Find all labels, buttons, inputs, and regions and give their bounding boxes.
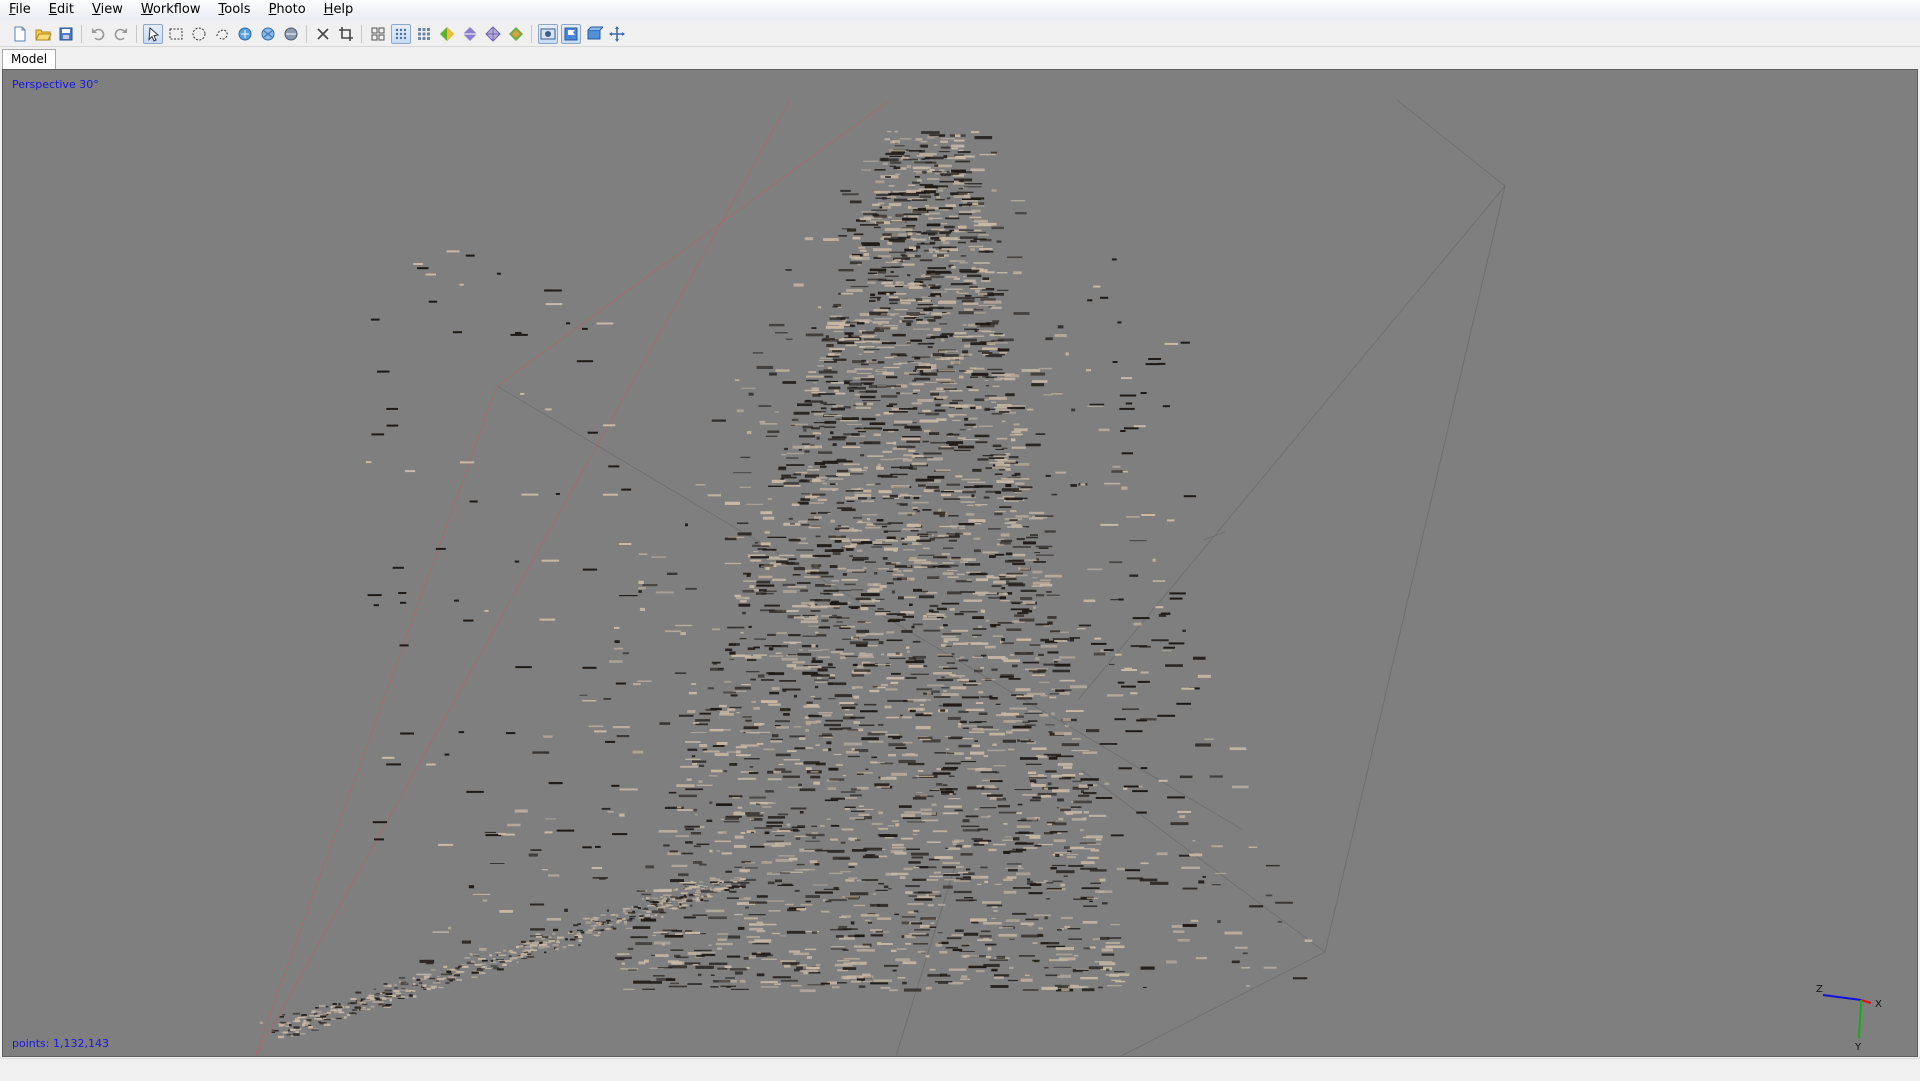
- show-photos-icon: [540, 28, 555, 39]
- undo-icon: [91, 27, 104, 40]
- solid-model-button[interactable]: [460, 24, 480, 44]
- dense-cloud-icon: [417, 27, 430, 40]
- menu-edit[interactable]: Edit: [40, 0, 83, 20]
- open-folder-button[interactable]: [33, 24, 53, 44]
- point-cloud-button[interactable]: [390, 23, 411, 44]
- shaded-model-button[interactable]: [437, 24, 457, 44]
- shape-select-button[interactable]: [281, 24, 301, 44]
- undo-button[interactable]: [88, 24, 108, 44]
- region-edge: [255, 99, 791, 1056]
- save-icon: [59, 27, 72, 40]
- wireframe-model-icon: [484, 25, 501, 42]
- status-bar: [0, 1058, 1920, 1081]
- point-cloud: [259, 130, 1313, 1039]
- circle-selection-button[interactable]: [189, 24, 209, 44]
- textured-model-button[interactable]: [506, 24, 526, 44]
- show-markers-icon: [564, 27, 577, 40]
- redo-button[interactable]: [111, 24, 131, 44]
- textured-model-icon: [508, 26, 523, 41]
- crop-selection-button[interactable]: [336, 24, 356, 44]
- reset-view-icon: [608, 25, 625, 42]
- shape-select-icon: [284, 27, 297, 40]
- redo-icon: [114, 27, 127, 40]
- toolbar-separator: [136, 24, 137, 43]
- region-edge: [1077, 185, 1506, 701]
- region-edge: [496, 99, 891, 387]
- new-document-icon: [14, 26, 25, 41]
- point-cloud-scene[interactable]: Z X Y: [3, 70, 1917, 1056]
- axis-z-line: [1822, 994, 1862, 1001]
- points-count-label: points: 1,132,143: [12, 1037, 109, 1050]
- select-points-button[interactable]: [258, 24, 278, 44]
- toolbar-separator: [306, 24, 307, 43]
- crop-selection-icon: [338, 26, 353, 41]
- navigation-cursor-button[interactable]: [142, 23, 163, 44]
- menu-help[interactable]: Help: [315, 0, 363, 20]
- reset-view-button[interactable]: [607, 24, 627, 44]
- region-edge: [1324, 185, 1506, 953]
- circle-selection-icon: [192, 27, 205, 40]
- gradual-selection-button[interactable]: [235, 24, 255, 44]
- delete-selection-icon: [316, 27, 329, 40]
- show-cameras-icon: [371, 27, 384, 40]
- main-toolbar: [0, 21, 1920, 47]
- axis-x-label: X: [1875, 999, 1882, 1010]
- axis-y-line: [1858, 999, 1862, 1039]
- region-edge: [1396, 99, 1506, 187]
- new-document-button[interactable]: [10, 24, 30, 44]
- axis-x-line: [1860, 999, 1872, 1004]
- open-folder-icon: [34, 29, 52, 40]
- wireframe-model-button[interactable]: [483, 24, 503, 44]
- tab-bar: Model: [0, 47, 1920, 69]
- toolbar-separator: [531, 24, 532, 43]
- axis-y-label: Y: [1854, 1042, 1862, 1053]
- menu-file[interactable]: File: [0, 0, 40, 20]
- show-markers-button[interactable]: [560, 23, 581, 44]
- show-photos-button[interactable]: [537, 23, 558, 44]
- toolbar-separator: [81, 24, 82, 43]
- toolbar-separator: [361, 24, 362, 43]
- menu-bar: File Edit View Workflow Tools Photo Help: [0, 0, 1920, 20]
- save-button[interactable]: [56, 24, 76, 44]
- projection-label: Perspective 30°: [12, 78, 99, 91]
- select-points-icon: [261, 27, 274, 40]
- region-edge: [254, 385, 498, 1056]
- delete-selection-button[interactable]: [313, 24, 333, 44]
- gradual-selection-icon: [238, 27, 251, 40]
- menu-view[interactable]: View: [83, 0, 132, 20]
- rectangle-selection-button[interactable]: [166, 24, 186, 44]
- rectangle-selection-icon: [169, 28, 182, 39]
- tab-model[interactable]: Model: [2, 49, 57, 69]
- solid-model-icon: [462, 26, 477, 41]
- menu-tools[interactable]: Tools: [210, 0, 260, 20]
- model-viewport[interactable]: Z X Y Perspective 30° points: 1,132,143: [2, 69, 1918, 1057]
- show-region-button[interactable]: [584, 24, 604, 44]
- menu-photo[interactable]: Photo: [260, 0, 315, 20]
- axis-z-label: Z: [1816, 984, 1823, 995]
- free-form-selection-icon: [216, 29, 228, 40]
- region-edge: [1202, 531, 1226, 541]
- menu-workflow[interactable]: Workflow: [132, 0, 210, 20]
- dense-cloud-button[interactable]: [414, 24, 434, 44]
- show-region-icon: [587, 26, 603, 39]
- show-cameras-button[interactable]: [368, 24, 388, 44]
- point-cloud-icon: [395, 28, 406, 39]
- free-form-selection-button[interactable]: [212, 24, 232, 44]
- shaded-model-icon: [439, 26, 454, 41]
- navigation-cursor-icon: [147, 26, 159, 42]
